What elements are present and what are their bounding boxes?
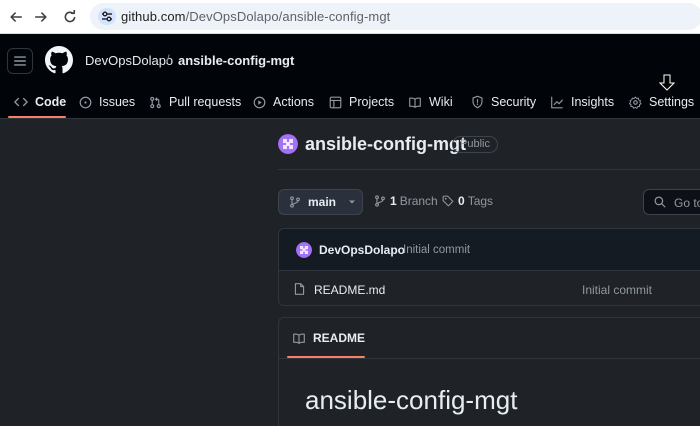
- tab-settings-label: Settings: [649, 95, 695, 109]
- github-logo-icon[interactable]: [45, 46, 73, 74]
- browser-toolbar: github.com/DevOpsDolapo/ansible-config-m…: [0, 0, 700, 34]
- breadcrumb-separator: /: [166, 52, 170, 67]
- branch-count-icon: [375, 195, 385, 207]
- branch-count-label: Branch: [399, 194, 438, 208]
- branch-icon: [290, 196, 300, 208]
- tab-code-label: Code: [35, 95, 67, 109]
- url-path: /DevOpsDolapo/ansible-config-mgt: [185, 9, 391, 24]
- readme-heading: ansible-config-mgt: [305, 385, 518, 415]
- reload-icon[interactable]: [59, 6, 81, 28]
- book-icon: [293, 333, 305, 344]
- issue-icon: [79, 96, 92, 108]
- file-row[interactable]: README.md Initial commit: [279, 272, 700, 305]
- go-to-file-placeholder: Go to file: [674, 196, 700, 210]
- tab-insights-label: Insights: [571, 95, 615, 109]
- readme-divider: [279, 358, 700, 359]
- branch-name: main: [308, 195, 337, 209]
- tag-count: 0: [458, 194, 465, 208]
- url-text: github.com/DevOpsDolapo/ansible-config-m…: [121, 9, 390, 24]
- address-bar[interactable]: github.com/DevOpsDolapo/ansible-config-m…: [90, 3, 700, 30]
- tab-pull-requests-label: Pull requests: [169, 95, 242, 109]
- breadcrumb-owner[interactable]: DevOpsDolapo: [85, 53, 173, 68]
- site-settings-icon[interactable]: [98, 8, 116, 25]
- breadcrumb-repo[interactable]: ansible-config-mgt: [178, 53, 294, 68]
- tab-actions[interactable]: Actions: [253, 86, 314, 118]
- commit-message[interactable]: Initial commit: [403, 244, 470, 256]
- graph-icon: [551, 96, 563, 108]
- tab-actions-label: Actions: [273, 95, 314, 109]
- commit-author-avatar[interactable]: [296, 242, 312, 258]
- book-icon: [409, 97, 421, 108]
- branch-select-button[interactable]: main: [278, 189, 363, 215]
- repo-title[interactable]: ansible-config-mgt: [305, 134, 466, 155]
- readme-panel: README ansible-config-mgt: [278, 317, 700, 426]
- tab-wiki[interactable]: Wiki: [408, 86, 453, 118]
- tab-insights[interactable]: Insights: [550, 86, 614, 118]
- tab-security-label: Security: [491, 95, 537, 109]
- hamburger-icon: [14, 56, 26, 66]
- file-browser: DevOpsDolapo Initial commit README.md In…: [278, 228, 700, 306]
- visibility-badge: Public: [452, 136, 498, 153]
- active-tab-indicator: [8, 116, 66, 118]
- readme-tab[interactable]: README: [285, 318, 372, 358]
- back-icon[interactable]: [5, 6, 27, 28]
- tab-issues[interactable]: Issues: [79, 86, 135, 118]
- mouse-cursor-icon: [659, 74, 675, 91]
- tag-icon: [442, 195, 454, 207]
- repo-owner-avatar[interactable]: [278, 134, 298, 154]
- search-icon: [654, 196, 666, 208]
- pull-request-icon: [150, 96, 161, 108]
- tab-pull-requests[interactable]: Pull requests: [149, 86, 241, 118]
- readme-tab-label: README: [313, 331, 366, 345]
- file-commit-message[interactable]: Initial commit: [582, 283, 652, 297]
- title-divider: [278, 169, 700, 170]
- tab-projects-label: Projects: [349, 95, 395, 109]
- url-host: github.com: [121, 9, 186, 24]
- gear-icon: [629, 95, 642, 109]
- latest-commit-row: DevOpsDolapo Initial commit: [279, 229, 700, 271]
- file-icon: [294, 283, 305, 295]
- repo-nav-tabs: Code Issues Pull requests Actions Projec…: [0, 86, 700, 118]
- shield-icon: [472, 95, 483, 109]
- tab-wiki-label: Wiki: [429, 95, 453, 109]
- go-to-file-input[interactable]: Go to file: [643, 189, 700, 215]
- chevron-down-icon: [349, 200, 356, 204]
- branch-count: 1: [390, 194, 397, 208]
- tab-issues-label: Issues: [99, 95, 136, 109]
- file-name[interactable]: README.md: [314, 283, 385, 297]
- tab-security[interactable]: Security: [471, 86, 536, 118]
- tab-projects[interactable]: Projects: [329, 86, 394, 118]
- github-header: DevOpsDolapo / ansible-config-mgt Code I…: [0, 34, 700, 119]
- play-icon: [253, 96, 266, 108]
- tag-count-label: Tags: [467, 194, 494, 208]
- tab-code[interactable]: Code: [14, 86, 66, 118]
- forward-icon[interactable]: [30, 6, 52, 28]
- branches-link[interactable]: 1 Branch: [374, 194, 438, 208]
- code-icon: [14, 97, 28, 107]
- commit-author[interactable]: DevOpsDolapo: [319, 243, 405, 257]
- menu-button[interactable]: [7, 48, 33, 74]
- table-icon: [329, 96, 342, 108]
- tags-link[interactable]: 0 Tags: [442, 194, 493, 208]
